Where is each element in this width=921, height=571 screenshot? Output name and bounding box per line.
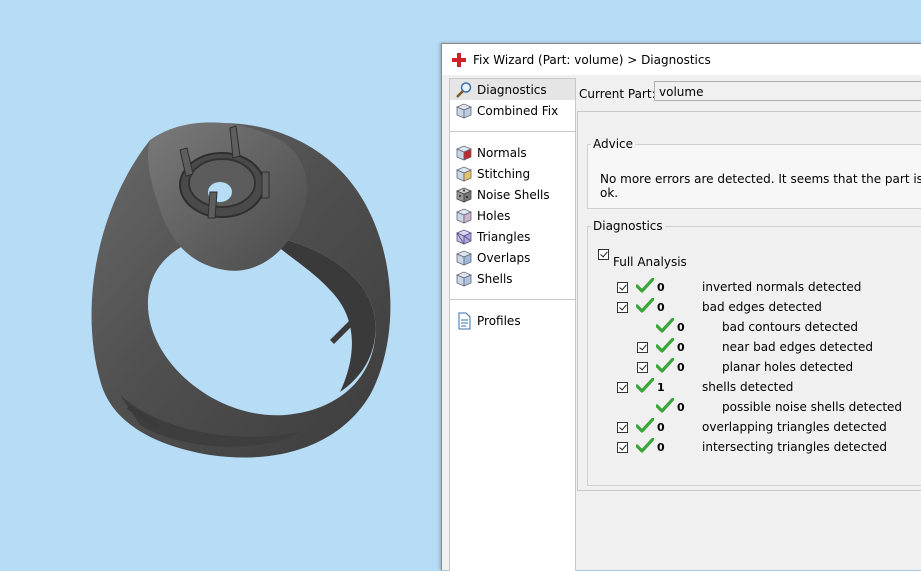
diagnostic-label: possible noise shells detected bbox=[722, 400, 903, 414]
nav-item-profiles[interactable]: Profiles bbox=[450, 310, 575, 331]
nav-item-label: Noise Shells bbox=[477, 187, 550, 202]
magnifier-icon bbox=[455, 81, 473, 99]
nav-item-label: Diagnostics bbox=[477, 82, 547, 97]
nav-item-noise-shells[interactable]: Noise Shells bbox=[450, 184, 575, 205]
nav-item-triangles[interactable]: Triangles bbox=[450, 226, 575, 247]
ok-check-icon bbox=[655, 317, 675, 334]
diagnostic-count: 0 bbox=[657, 441, 665, 454]
ring-model[interactable] bbox=[0, 0, 440, 569]
diagnostics-title: Diagnostics bbox=[593, 219, 663, 233]
diagnostic-label: near bad edges detected bbox=[722, 340, 873, 354]
diagnostic-checkbox[interactable] bbox=[637, 342, 648, 353]
diagnostic-label: inverted normals detected bbox=[702, 280, 862, 294]
ok-check-icon bbox=[635, 437, 655, 454]
diagnostic-checkbox[interactable] bbox=[617, 422, 628, 433]
current-part-label: Current Part: bbox=[579, 87, 656, 101]
ok-check-icon bbox=[635, 417, 655, 434]
nav-item-label: Combined Fix bbox=[477, 103, 559, 118]
nav-item-shells[interactable]: Shells bbox=[450, 268, 575, 289]
holes-cube-icon bbox=[455, 207, 473, 225]
wizard-navigation: Diagnostics Combined Fix Normals Stitching… bbox=[449, 78, 576, 571]
nav-separator bbox=[450, 299, 575, 300]
full-analysis-checkbox[interactable] bbox=[598, 249, 609, 260]
ok-check-icon bbox=[635, 297, 655, 314]
diagnostic-count: 1 bbox=[657, 381, 665, 394]
ok-check-icon bbox=[635, 277, 655, 294]
diagnostic-label: shells detected bbox=[702, 380, 794, 394]
nav-item-label: Shells bbox=[477, 271, 513, 286]
fix-wizard-window: Fix Wizard (Part: volume) > Diagnostics … bbox=[441, 43, 921, 571]
diagnostic-checkbox[interactable] bbox=[617, 442, 628, 453]
red-cross-icon bbox=[452, 52, 466, 67]
advice-group: Advice No more errors are detected. It s… bbox=[587, 137, 921, 209]
window-title: Fix Wizard (Part: volume) > Diagnostics bbox=[473, 52, 711, 67]
ok-check-icon bbox=[655, 337, 675, 354]
diagnostic-count: 0 bbox=[657, 281, 665, 294]
nav-item-stitching[interactable]: Stitching bbox=[450, 163, 575, 184]
diagnostic-checkbox[interactable] bbox=[617, 302, 628, 313]
nav-item-overlaps[interactable]: Overlaps bbox=[450, 247, 575, 268]
diagnostic-label: overlapping triangles detected bbox=[702, 420, 887, 434]
diagnostic-count: 0 bbox=[677, 321, 685, 334]
diagnostic-checkbox[interactable] bbox=[617, 282, 628, 293]
nav-item-holes[interactable]: Holes bbox=[450, 205, 575, 226]
advice-title: Advice bbox=[593, 137, 634, 151]
nav-item-normals[interactable]: Normals bbox=[450, 142, 575, 163]
nav-item-label: Holes bbox=[477, 208, 511, 223]
diagnostic-count: 0 bbox=[677, 361, 685, 374]
current-part-field[interactable]: volume bbox=[654, 81, 921, 101]
diagnostic-count: 0 bbox=[677, 341, 685, 354]
diagnostic-count: 0 bbox=[657, 301, 665, 314]
diagnostics-group: Diagnostics Full Analysis 0 inverted norm… bbox=[587, 219, 921, 486]
wizard-content: Current Part: volume Advice No more erro… bbox=[577, 78, 921, 570]
ok-check-icon bbox=[635, 377, 655, 394]
diagnostic-count: 0 bbox=[677, 401, 685, 414]
nav-item-label: Normals bbox=[477, 145, 527, 160]
nav-separator bbox=[450, 131, 575, 132]
triangles-cube-icon bbox=[455, 228, 473, 246]
nav-item-label: Overlaps bbox=[477, 250, 531, 265]
3d-viewport[interactable] bbox=[0, 0, 440, 569]
diagnostic-label: bad edges detected bbox=[702, 300, 822, 314]
diagnostics-panel: Advice No more errors are detected. It s… bbox=[577, 111, 921, 491]
noise-shells-cube-icon bbox=[455, 186, 473, 204]
full-analysis-label: Full Analysis bbox=[613, 255, 687, 269]
nav-item-label: Triangles bbox=[477, 229, 531, 244]
nav-item-diagnostics[interactable]: Diagnostics bbox=[450, 79, 575, 100]
advice-text: No more errors are detected. It seems th… bbox=[600, 172, 921, 200]
stitching-cube-icon bbox=[455, 165, 473, 183]
diagnostic-label: bad contours detected bbox=[722, 320, 858, 334]
overlaps-cube-icon bbox=[455, 249, 473, 267]
diagnostic-label: planar holes detected bbox=[722, 360, 854, 374]
nav-item-combined-fix[interactable]: Combined Fix bbox=[450, 100, 575, 121]
diagnostic-checkbox[interactable] bbox=[617, 382, 628, 393]
nav-item-label: Profiles bbox=[477, 313, 521, 328]
shells-cube-icon bbox=[455, 270, 473, 288]
normals-cube-icon bbox=[455, 144, 473, 162]
diagnostic-label: intersecting triangles detected bbox=[702, 440, 887, 454]
ok-check-icon bbox=[655, 357, 675, 374]
diagnostic-checkbox[interactable] bbox=[637, 362, 648, 373]
document-icon bbox=[455, 312, 473, 330]
cubes-icon bbox=[455, 102, 473, 120]
ok-check-icon bbox=[655, 397, 675, 414]
diagnostic-count: 0 bbox=[657, 421, 665, 434]
nav-item-label: Stitching bbox=[477, 166, 531, 181]
title-bar[interactable]: Fix Wizard (Part: volume) > Diagnostics bbox=[442, 44, 921, 75]
